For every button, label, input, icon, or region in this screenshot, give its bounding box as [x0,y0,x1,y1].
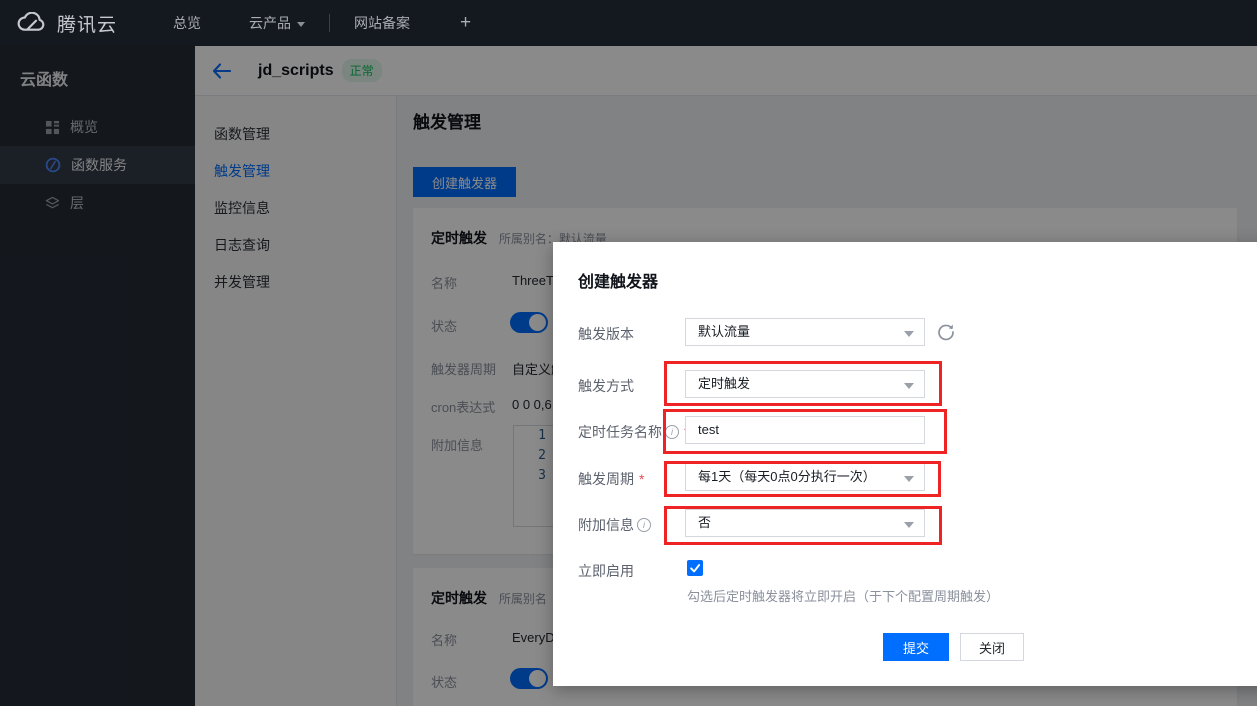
info-icon[interactable]: i [637,518,651,532]
task-name-input[interactable]: test [685,416,925,444]
trigger-method-value: 定时触发 [698,376,750,391]
brand[interactable]: 腾讯云 [16,10,117,37]
submit-button[interactable]: 提交 [883,633,949,661]
task-name-label: 定时任务名称 i * [578,422,689,442]
tencent-cloud-logo-icon [16,12,48,34]
extra-info-label: 附加信息 i [578,515,651,535]
info-icon[interactable]: i [665,425,679,439]
enable-now-helper: 勾选后定时触发器将立即开启（于下个配置周期触发） [687,586,999,605]
chevron-down-icon [904,383,914,389]
chevron-down-icon [904,476,914,482]
enable-now-checkbox[interactable] [687,560,703,576]
modal-title: 创建触发器 [578,268,658,292]
top-navbar: 腾讯云 总览 云产品 网站备案 + [0,0,1257,46]
trigger-version-label: 触发版本 [578,324,634,344]
nav-website-beian[interactable]: 网站备案 [330,0,434,46]
check-icon [689,562,701,574]
task-name-value: test [698,422,719,437]
add-tab-button[interactable]: + [434,12,497,34]
extra-info-select[interactable]: 否 [685,509,925,537]
chevron-down-icon [297,22,305,27]
required-mark: * [639,471,644,487]
trigger-method-select[interactable]: 定时触发 [685,370,925,398]
enable-now-label: 立即启用 [578,561,634,581]
nav-cloud-products[interactable]: 云产品 [225,0,329,46]
chevron-down-icon [904,522,914,528]
nav-overview[interactable]: 总览 [149,0,225,46]
refresh-icon [937,323,955,341]
extra-info-value: 否 [698,515,711,530]
refresh-button[interactable] [937,323,955,341]
trigger-method-label: 触发方式 [578,376,634,396]
trigger-period-label: 触发周期 * [578,469,644,489]
trigger-version-select[interactable]: 默认流量 [685,318,925,346]
trigger-period-value: 每1天（每天0点0分执行一次） [698,469,876,484]
topnav-menu: 总览 云产品 网站备案 + [149,0,497,46]
chevron-down-icon [904,331,914,337]
trigger-period-select[interactable]: 每1天（每天0点0分执行一次） [685,463,925,491]
close-button[interactable]: 关闭 [960,633,1024,661]
brand-name: 腾讯云 [57,10,117,37]
screen: 腾讯云 总览 云产品 网站备案 + 云函数 概览 函数服务 [0,0,1257,706]
trigger-version-value: 默认流量 [698,324,750,339]
create-trigger-modal: 创建触发器 触发版本 默认流量 触发方式 定时触发 定时任务名称 i * [553,242,1257,686]
